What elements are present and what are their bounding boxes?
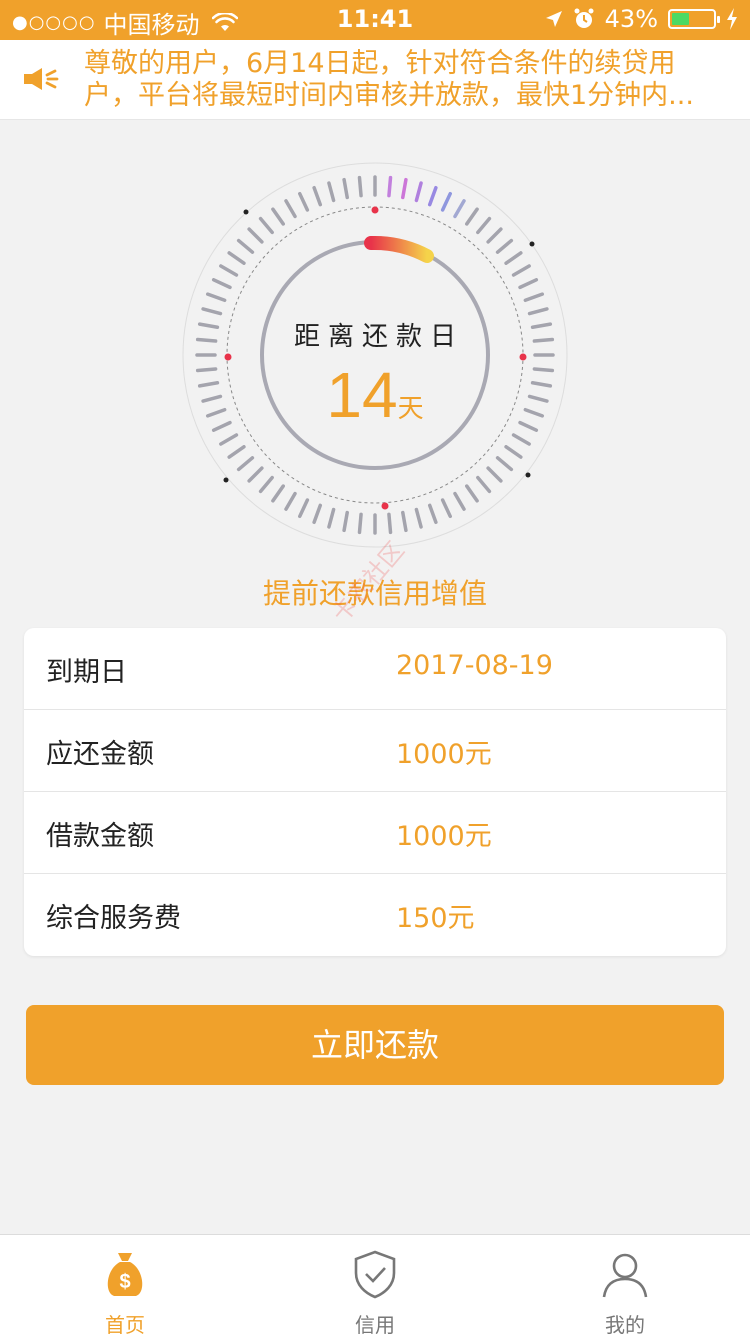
detail-label: 借款金额: [46, 821, 154, 852]
money-bag-icon: $: [107, 1253, 143, 1296]
detail-value: 150元: [396, 903, 475, 934]
countdown-value: 14天: [180, 358, 570, 432]
speaker-icon: [24, 68, 59, 90]
tab-label: 首页: [105, 1313, 145, 1334]
notice-text: 尊敬的用户，6月14日起，针对符合条件的续贷用户，平台将最短时间内审核并放款，最…: [84, 48, 694, 111]
tab-bar: $ 首页 信用 我的: [0, 1234, 750, 1334]
svg-text:$: $: [119, 1271, 130, 1293]
status-bar: ●○○○○ 中国移动 11:41 43%: [0, 0, 750, 40]
tab-home[interactable]: $ 首页: [0, 1235, 250, 1334]
tab-mine[interactable]: 我的: [500, 1235, 750, 1334]
countdown-center: 距离还款日 14天: [180, 160, 570, 550]
detail-label: 综合服务费: [46, 903, 181, 934]
battery-icon: [668, 9, 720, 29]
detail-value: 1000元: [396, 821, 492, 852]
detail-row-due-date: 到期日 2017-08-19: [24, 628, 726, 710]
charging-bolt-icon: [727, 8, 737, 30]
alarm-clock-icon: [574, 8, 594, 28]
shield-check-icon: [354, 1250, 396, 1299]
tab-label: 信用: [355, 1313, 395, 1334]
person-icon: [602, 1253, 648, 1298]
countdown-label: 距离还款日: [293, 322, 464, 352]
detail-label: 到期日: [46, 657, 127, 688]
countdown-days: 14: [326, 359, 398, 431]
repay-now-button[interactable]: 立即还款: [26, 1005, 724, 1085]
detail-value: 2017-08-19: [396, 650, 553, 681]
detail-row-loan-amount: 借款金额 1000元: [24, 792, 726, 874]
loan-details-card: 到期日 2017-08-19 应还金额 1000元 借款金额 1000元 综合服…: [24, 628, 726, 956]
tab-credit[interactable]: 信用: [250, 1235, 500, 1334]
location-arrow-icon: [545, 11, 562, 27]
battery-percent: 43%: [604, 5, 658, 33]
detail-value: 1000元: [396, 739, 492, 770]
countdown-unit: 天: [397, 394, 424, 424]
detail-row-amount-due: 应还金额 1000元: [24, 710, 726, 792]
notice-bar[interactable]: 尊敬的用户，6月14日起，针对符合条件的续贷用户，平台将最短时间内审核并放款，最…: [0, 40, 750, 120]
detail-label: 应还金额: [46, 739, 154, 770]
tab-label: 我的: [605, 1313, 645, 1334]
detail-row-service-fee: 综合服务费 150元: [24, 874, 726, 956]
